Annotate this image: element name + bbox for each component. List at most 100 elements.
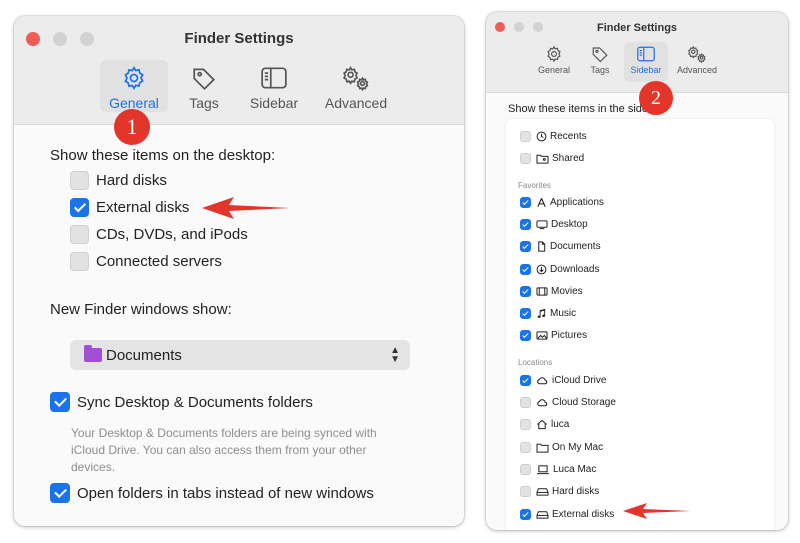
shared-folder-icon	[536, 154, 549, 164]
checkbox-row-connected-servers[interactable]: Connected servers	[70, 252, 222, 271]
step-badge-1: 1	[114, 109, 150, 145]
finder-settings-window-sidebar: Finder Settings General Tags Sidebar Adv…	[486, 12, 788, 530]
settings-toolbar: General Tags Sidebar Advanced	[532, 42, 726, 82]
tab-label: Advanced	[324, 95, 388, 111]
checkbox[interactable]	[520, 375, 531, 386]
tag-icon	[592, 47, 608, 63]
step-badge-2: 2	[639, 81, 673, 115]
checkbox[interactable]	[520, 286, 531, 297]
checkbox[interactable]	[520, 330, 531, 341]
sidebar-pane: Show these items in the side Recents Sha…	[486, 92, 788, 530]
tab-general[interactable]: General	[532, 42, 576, 82]
checkbox[interactable]	[70, 171, 89, 190]
gear-icon	[124, 66, 144, 90]
checkbox[interactable]	[520, 219, 531, 230]
checkbox-row-cds[interactable]: CDs, DVDs, and iPods	[70, 225, 248, 244]
tab-label: Tags	[590, 65, 610, 75]
tab-label: Sidebar	[630, 65, 662, 75]
item-label: iCloud Drive	[552, 375, 607, 386]
checkbox[interactable]	[520, 509, 531, 520]
tab-label: Advanced	[676, 65, 718, 75]
checkbox-label: Hard disks	[96, 172, 167, 189]
list-item-downloads[interactable]: Downloads	[520, 264, 599, 275]
tag-icon	[193, 68, 215, 91]
checkbox[interactable]	[520, 464, 531, 475]
home-icon	[537, 419, 547, 430]
checkbox[interactable]	[520, 397, 531, 408]
tab-sidebar[interactable]: Sidebar	[624, 42, 668, 82]
item-label: On My Mac	[552, 442, 604, 453]
checkbox-row-hard-disks[interactable]: Hard disks	[70, 171, 167, 190]
list-item-on-my-mac[interactable]: On My Mac	[520, 442, 603, 453]
item-label: Downloads	[550, 264, 600, 275]
list-item-applications[interactable]: Applications	[520, 197, 604, 208]
general-pane: Show these items on the desktop: Hard di…	[14, 124, 464, 526]
checkbox[interactable]	[520, 419, 531, 430]
checkbox[interactable]	[520, 486, 531, 497]
checkbox-row-external-disks[interactable]: External disks	[70, 198, 189, 217]
item-label: Luca Mac	[553, 464, 597, 475]
checkbox[interactable]	[70, 252, 89, 271]
list-item-recents[interactable]: Recents	[520, 131, 587, 142]
checkbox[interactable]	[520, 308, 531, 319]
checkbox-row-sync[interactable]: Sync Desktop & Documents folders	[50, 392, 313, 412]
checkbox-label: Open folders in tabs instead of new wind…	[77, 484, 374, 502]
disk-icon	[536, 488, 549, 496]
checkbox[interactable]	[520, 264, 531, 275]
checkbox[interactable]	[520, 131, 531, 142]
checkbox-row-open-in-tabs[interactable]: Open folders in tabs instead of new wind…	[50, 483, 374, 503]
list-item-shared[interactable]: Shared	[520, 153, 584, 164]
list-item-luca-mac[interactable]: Luca Mac	[520, 464, 596, 475]
list-item-movies[interactable]: Movies	[520, 286, 583, 297]
checkbox[interactable]	[520, 197, 531, 208]
list-item-luca[interactable]: luca	[520, 419, 569, 430]
list-item-cloud-storage[interactable]: Cloud Storage	[520, 397, 616, 408]
window-title: Finder Settings	[184, 30, 294, 47]
tab-label: Tags	[189, 95, 219, 111]
checkbox[interactable]	[50, 483, 70, 503]
tab-advanced[interactable]: Advanced	[670, 42, 724, 82]
checkbox[interactable]	[50, 392, 70, 412]
disk-icon	[536, 511, 549, 519]
film-icon	[536, 287, 548, 296]
item-label: Shared	[552, 153, 585, 164]
tab-advanced[interactable]: Advanced	[310, 60, 402, 112]
sidebar-icon	[637, 46, 655, 62]
checkbox-label: Sync Desktop & Documents folders	[77, 393, 313, 411]
checkbox[interactable]	[70, 225, 89, 244]
list-item-icloud-drive[interactable]: iCloud Drive	[520, 375, 606, 386]
item-label: Cloud Storage	[552, 397, 616, 408]
checkbox[interactable]	[70, 198, 89, 217]
new-window-popup[interactable]: Documents ▲ ▼	[70, 340, 410, 370]
tab-tags[interactable]: Tags	[170, 60, 238, 112]
checkbox-label: CDs, DVDs, and iPods	[96, 226, 248, 243]
photo-icon	[536, 331, 548, 340]
list-item-hard-disks[interactable]: Hard disks	[520, 486, 599, 497]
tab-general[interactable]: General	[100, 60, 168, 112]
list-item-documents[interactable]: Documents	[520, 241, 601, 252]
annotation-arrow-external-disks	[202, 197, 290, 219]
checkbox[interactable]	[520, 241, 531, 252]
chevron-up-down-icon: ▲ ▼	[390, 345, 400, 365]
tab-label: General	[537, 65, 571, 75]
desktop-icon	[536, 220, 548, 230]
tab-sidebar[interactable]: Sidebar	[240, 60, 308, 112]
window-title: Finder Settings	[596, 22, 678, 34]
folder-icon	[536, 443, 549, 453]
item-label: External disks	[552, 509, 615, 520]
cloud-icon	[537, 399, 548, 407]
cloud-icon	[537, 377, 548, 385]
gears-icon	[343, 66, 369, 91]
checkbox[interactable]	[520, 442, 531, 453]
list-item-external-disks[interactable]: External disks	[520, 509, 614, 520]
tab-tags[interactable]: Tags	[578, 42, 622, 82]
list-item-desktop[interactable]: Desktop	[520, 219, 588, 230]
new-window-heading: New Finder windows show:	[50, 301, 232, 318]
clock-icon	[536, 131, 547, 142]
music-note-icon	[537, 308, 546, 318]
item-label: Desktop	[551, 219, 588, 230]
checkbox[interactable]	[520, 153, 531, 164]
list-item-pictures[interactable]: Pictures	[520, 330, 587, 341]
list-item-music[interactable]: Music	[520, 308, 576, 319]
item-label: Music	[550, 308, 577, 319]
